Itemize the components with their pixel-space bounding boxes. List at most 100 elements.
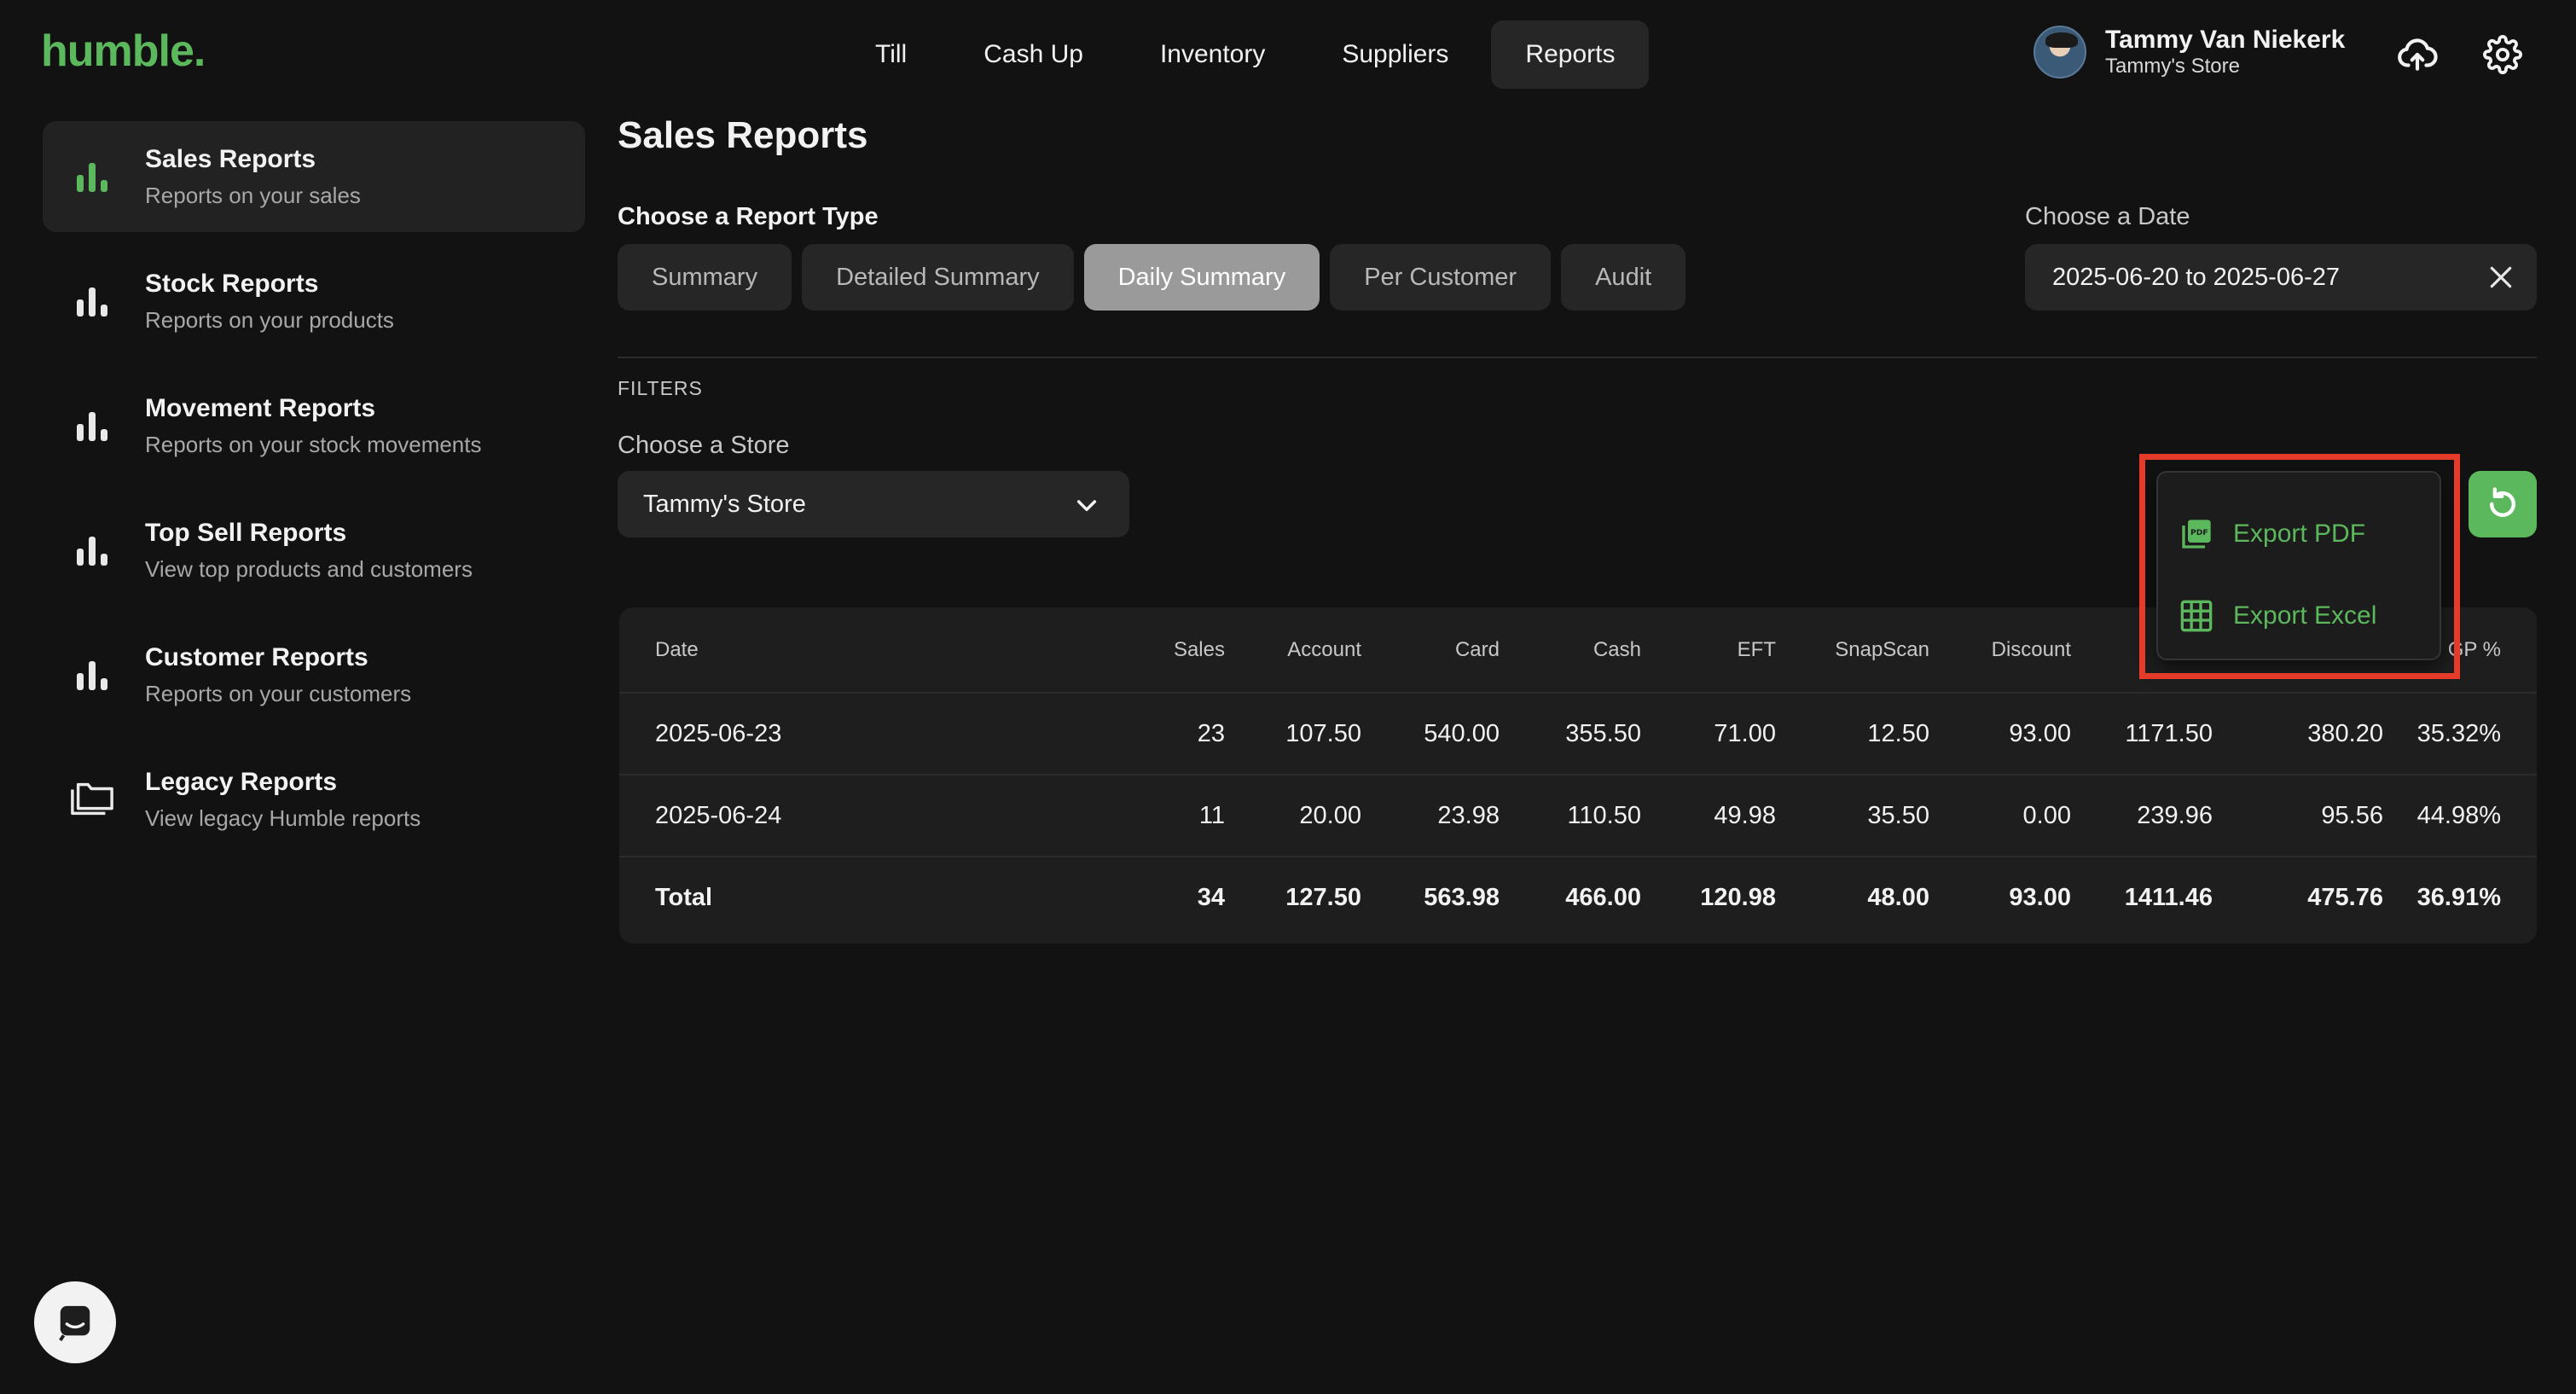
tab-per-customer[interactable]: Per Customer: [1330, 244, 1552, 311]
filters-label: FILTERS: [618, 377, 703, 399]
table-cell: 95.56: [2321, 801, 2383, 829]
refresh-button[interactable]: [2469, 471, 2537, 537]
tab-summary[interactable]: Summary: [618, 244, 792, 311]
bar-chart-icon: [70, 154, 114, 199]
tab-detailed-summary[interactable]: Detailed Summary: [802, 244, 1074, 311]
table-total-row: Total 34 127.50 563.98 466.00 120.98 48.…: [619, 857, 2537, 938]
column-header-eft: EFT: [1737, 637, 1776, 661]
chat-launcher-button[interactable]: [34, 1281, 116, 1363]
tab-daily-summary[interactable]: Daily Summary: [1083, 244, 1320, 311]
gear-icon[interactable]: [2479, 31, 2527, 78]
table-cell: 563.98: [1424, 884, 1500, 911]
table-cell: 12.50: [1867, 719, 1929, 747]
sidebar-item-title: Legacy Reports: [145, 768, 338, 796]
user-store: Tammy's Store: [2105, 55, 2240, 78]
table-cell: Total: [655, 884, 713, 911]
report-type-tabs: Summary Detailed Summary Daily Summary P…: [618, 244, 1686, 311]
table-cell: 355.50: [1565, 719, 1641, 747]
cloud-upload-icon[interactable]: [2393, 31, 2441, 78]
column-header-date: Date: [655, 637, 699, 661]
nav-inventory[interactable]: Inventory: [1126, 20, 1299, 89]
column-header-cash: Cash: [1593, 637, 1641, 661]
sidebar: Sales Reports Reports on your sales Stoc…: [43, 121, 585, 868]
table-cell: 36.91%: [2416, 884, 2501, 911]
nav-cash-up[interactable]: Cash Up: [949, 20, 1117, 89]
sidebar-item-title: Top Sell Reports: [145, 519, 347, 547]
table-cell: 49.98: [1714, 801, 1776, 829]
table-cell: 35.50: [1867, 801, 1929, 829]
table-cell: 44.98%: [2416, 801, 2501, 829]
table-cell: 93.00: [2009, 719, 2071, 747]
sidebar-item-movement-reports[interactable]: Movement Reports Reports on your stock m…: [43, 370, 585, 481]
store-select[interactable]: Tammy's Store: [618, 471, 1129, 537]
sidebar-item-title: Sales Reports: [145, 145, 316, 173]
close-icon[interactable]: [2482, 258, 2520, 296]
top-bar: humble. Till Cash Up Inventory Suppliers…: [0, 0, 2576, 109]
export-pdf-button[interactable]: PDF Export PDF: [2179, 508, 2365, 560]
sidebar-item-title: Customer Reports: [145, 643, 368, 671]
table-row: 2025-06-23 23 107.50 540.00 355.50 71.00…: [619, 693, 2537, 775]
store-select-value: Tammy's Store: [643, 490, 806, 518]
table-cell: 127.50: [1285, 884, 1361, 911]
table-cell: 120.98: [1700, 884, 1776, 911]
column-header-discount: Discount: [1991, 637, 2071, 661]
bar-chart-icon: [70, 653, 114, 697]
table-cell: 93.00: [2009, 884, 2071, 911]
user-name: Tammy Van Niekerk: [2105, 26, 2346, 54]
store-label: Choose a Store: [618, 432, 790, 459]
sidebar-item-stock-reports[interactable]: Stock Reports Reports on your products: [43, 246, 585, 357]
nav-suppliers[interactable]: Suppliers: [1308, 20, 1482, 89]
sidebar-item-legacy-reports[interactable]: Legacy Reports View legacy Humble report…: [43, 744, 585, 855]
user-profile[interactable]: Tammy Van Niekerk Tammy's Store: [2034, 26, 2345, 78]
table-cell: 34: [1197, 884, 1225, 911]
table-cell: 48.00: [1867, 884, 1929, 911]
table-cell: 1171.50: [2125, 719, 2213, 747]
sidebar-item-sales-reports[interactable]: Sales Reports Reports on your sales: [43, 121, 585, 232]
column-header-card: Card: [1454, 637, 1500, 661]
sidebar-item-title: Movement Reports: [145, 394, 376, 422]
table-cell: 239.96: [2137, 801, 2213, 829]
folders-icon: [70, 777, 114, 822]
sidebar-item-subtitle: View top products and customers: [145, 556, 473, 582]
pdf-icon: PDF: [2179, 516, 2214, 552]
date-label: Choose a Date: [2025, 203, 2190, 230]
sidebar-item-title: Stock Reports: [145, 270, 319, 298]
refresh-icon: [2489, 487, 2516, 517]
spreadsheet-icon: [2179, 598, 2214, 634]
humble-logo: humble.: [41, 26, 206, 76]
sidebar-item-subtitle: Reports on your customers: [145, 681, 412, 706]
nav-reports[interactable]: Reports: [1491, 20, 1650, 89]
sidebar-item-subtitle: Reports on your products: [145, 307, 394, 333]
table-cell: 2025-06-24: [655, 801, 782, 829]
avatar: [2034, 26, 2086, 78]
column-header-sales: Sales: [1173, 637, 1225, 661]
date-range-field[interactable]: 2025-06-20 to 2025-06-27: [2025, 244, 2537, 311]
column-header-snapscan: SnapScan: [1835, 637, 1929, 661]
table-cell: 11: [1198, 801, 1225, 829]
report-type-label: Choose a Report Type: [618, 203, 879, 230]
table-cell: 466.00: [1565, 884, 1641, 911]
table-cell: 23.98: [1437, 801, 1500, 829]
table-row: 2025-06-24 11 20.00 23.98 110.50 49.98 3…: [619, 775, 2537, 857]
table-cell: 0.00: [2022, 801, 2071, 829]
export-excel-label: Export Excel: [2233, 601, 2377, 630]
sidebar-item-customer-reports[interactable]: Customer Reports Reports on your custome…: [43, 619, 585, 730]
sidebar-item-subtitle: Reports on your stock movements: [145, 432, 482, 457]
table-cell: 107.50: [1285, 719, 1361, 747]
table-cell: 475.76: [2307, 884, 2383, 911]
table-cell: 380.20: [2307, 719, 2383, 747]
bar-chart-icon: [70, 528, 114, 572]
sidebar-item-top-sell-reports[interactable]: Top Sell Reports View top products and c…: [43, 495, 585, 606]
chevron-down-icon: [1076, 500, 1097, 512]
table-cell: 23: [1197, 719, 1225, 747]
nav-till[interactable]: Till: [841, 20, 941, 89]
table-cell: 2025-06-23: [655, 719, 782, 747]
column-header-account: Account: [1287, 637, 1361, 661]
export-excel-button[interactable]: Export Excel: [2179, 590, 2376, 642]
sidebar-item-subtitle: View legacy Humble reports: [145, 805, 421, 831]
divider: [618, 357, 2537, 358]
table-cell: 1411.46: [2124, 884, 2213, 911]
page-title: Sales Reports: [618, 114, 868, 156]
tab-audit[interactable]: Audit: [1561, 244, 1686, 311]
export-pdf-label: Export PDF: [2233, 520, 2366, 548]
